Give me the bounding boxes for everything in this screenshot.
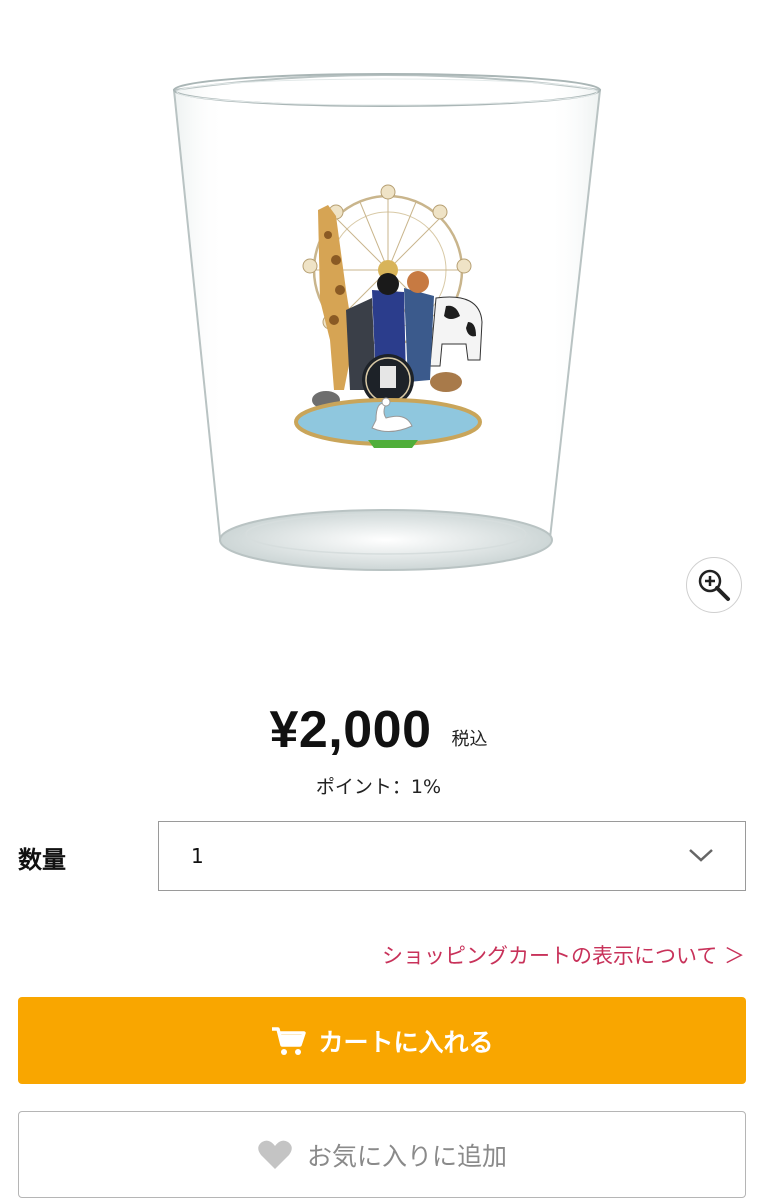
quantity-select[interactable]: 1: [158, 821, 746, 891]
cart-icon: [272, 1026, 307, 1055]
points-info: ポイント：1%: [315, 776, 442, 798]
cart-info-link[interactable]: ショッピングカートの表示について ＞: [382, 940, 745, 970]
add-to-favorites-label: お気に入りに追加: [306, 1141, 507, 1171]
quantity-label: 数量: [18, 846, 66, 874]
price-row: ¥2,000 税込: [0, 700, 757, 760]
add-to-cart-label: カートに入れる: [318, 1027, 494, 1057]
price-amount: ¥2,000: [269, 701, 432, 759]
quantity-value: 1: [191, 844, 204, 868]
tax-label: 税込: [451, 729, 488, 750]
zoom-in-icon: [698, 569, 730, 601]
chevron-down-icon: [689, 849, 713, 862]
heart-icon: [258, 1140, 292, 1169]
add-to-favorites-button[interactable]: お気に入りに追加: [18, 1111, 746, 1198]
zoom-button[interactable]: [686, 557, 742, 613]
product-image: [150, 60, 620, 600]
add-to-cart-button[interactable]: カートに入れる: [18, 997, 746, 1084]
